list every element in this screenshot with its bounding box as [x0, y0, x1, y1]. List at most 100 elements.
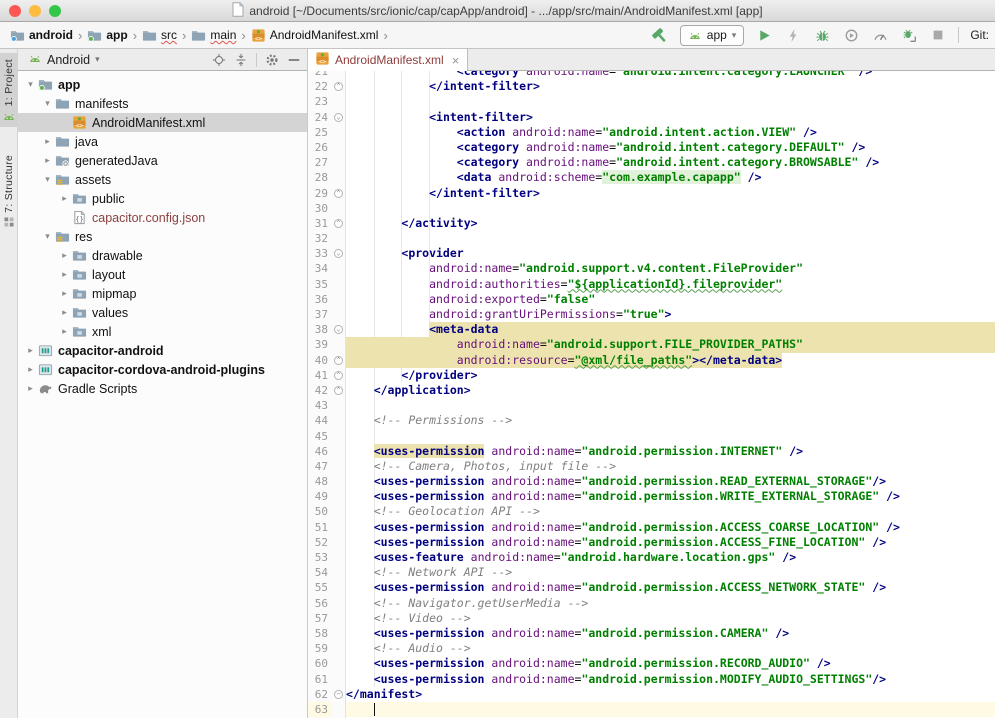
run-play-button[interactable]: [755, 26, 773, 44]
expand-arrow-icon[interactable]: ▸: [24, 364, 37, 375]
tree-item-public[interactable]: ▸public: [18, 189, 307, 208]
close-window-button[interactable]: [9, 5, 21, 17]
tree-item-capacitor-config-json[interactable]: {}capacitor.config.json: [18, 208, 307, 227]
fold-marker-icon[interactable]: ⌄: [334, 113, 343, 122]
expand-arrow-icon[interactable]: ▸: [58, 307, 71, 318]
code-line-30[interactable]: 30: [308, 201, 995, 216]
expand-arrow-icon[interactable]: ▸: [58, 326, 71, 337]
project-view-selector[interactable]: Android: [47, 53, 90, 67]
fold-marker-icon[interactable]: ⌃: [334, 82, 343, 91]
expand-arrow-icon[interactable]: ▸: [24, 345, 37, 356]
zoom-window-button[interactable]: [49, 5, 61, 17]
code-line-44[interactable]: 44 <!-- Permissions -->: [308, 413, 995, 428]
code-line-46[interactable]: 46 <uses-permission android:name="androi…: [308, 444, 995, 459]
expand-arrow-icon[interactable]: ▾: [41, 231, 54, 242]
fold-marker-icon[interactable]: ⌄: [334, 249, 343, 258]
fold-marker-icon[interactable]: ⌃: [334, 189, 343, 198]
apply-changes-lightning-button[interactable]: [784, 26, 802, 44]
code-line-48[interactable]: 48 <uses-permission android:name="androi…: [308, 474, 995, 489]
code-line-28[interactable]: 28 <data android:scheme="com.example.cap…: [308, 170, 995, 185]
code-line-35[interactable]: 35 android:authorities="${applicationId}…: [308, 277, 995, 292]
code-line-25[interactable]: 25 <action android:name="android.intent.…: [308, 125, 995, 140]
close-icon[interactable]: ×: [452, 53, 460, 68]
code-line-55[interactable]: 55 <uses-permission android:name="androi…: [308, 580, 995, 595]
expand-arrow-icon[interactable]: ▸: [58, 193, 71, 204]
code-line-54[interactable]: 54 <!-- Network API -->: [308, 565, 995, 580]
code-line-23[interactable]: 23: [308, 94, 995, 109]
fold-marker-icon[interactable]: ⌄: [334, 325, 343, 334]
expand-arrow-icon[interactable]: ▾: [24, 79, 37, 90]
tree-item-assets[interactable]: ▾assets: [18, 170, 307, 189]
code-line-37[interactable]: 37 android:grantUriPermissions="true">: [308, 307, 995, 322]
code-line-42[interactable]: 42⌃ </application>: [308, 383, 995, 398]
tree-item-res[interactable]: ▾res: [18, 227, 307, 246]
code-line-61[interactable]: 61 <uses-permission android:name="androi…: [308, 672, 995, 687]
settings-gear-button[interactable]: [265, 53, 279, 67]
code-line-50[interactable]: 50 <!-- Geolocation API -->: [308, 504, 995, 519]
code-line-21[interactable]: 21 <category android:name="android.inten…: [308, 71, 995, 79]
code-line-58[interactable]: 58 <uses-permission android:name="androi…: [308, 626, 995, 641]
build-hammer-button[interactable]: [651, 26, 669, 44]
breadcrumb-item-android[interactable]: android: [8, 27, 75, 44]
breadcrumb-item-main[interactable]: main: [189, 27, 238, 44]
breadcrumb-item-app[interactable]: app: [85, 27, 129, 44]
code-line-36[interactable]: 36 android:exported="false": [308, 292, 995, 307]
stop-button[interactable]: [929, 26, 947, 44]
code-line-53[interactable]: 53 <uses-feature android:name="android.h…: [308, 550, 995, 565]
expand-arrow-icon[interactable]: ▸: [58, 250, 71, 261]
code-line-52[interactable]: 52 <uses-permission android:name="androi…: [308, 535, 995, 550]
code-line-26[interactable]: 26 <category android:name="android.inten…: [308, 140, 995, 155]
tree-item-mipmap[interactable]: ▸mipmap: [18, 284, 307, 303]
tool-window-button-structure[interactable]: 7: Structure: [0, 149, 18, 232]
code-editor[interactable]: 21 <category android:name="android.inten…: [308, 71, 995, 718]
code-line-41[interactable]: 41⌃ </provider>: [308, 368, 995, 383]
code-line-34[interactable]: 34 android:name="android.support.v4.cont…: [308, 261, 995, 276]
breadcrumb-item-src[interactable]: src: [140, 27, 179, 44]
code-line-40[interactable]: 40⌃ android:resource="@xml/file_paths"><…: [308, 353, 995, 368]
expand-arrow-icon[interactable]: ▸: [41, 155, 54, 166]
code-line-56[interactable]: 56 <!-- Navigator.getUserMedia -->: [308, 596, 995, 611]
minimize-window-button[interactable]: [29, 5, 41, 17]
tree-item-layout[interactable]: ▸layout: [18, 265, 307, 284]
tree-item-drawable[interactable]: ▸drawable: [18, 246, 307, 265]
code-line-27[interactable]: 27 <category android:name="android.inten…: [308, 155, 995, 170]
code-line-57[interactable]: 57 <!-- Video -->: [308, 611, 995, 626]
profiler-gauge-button[interactable]: [871, 26, 889, 44]
expand-arrow-icon[interactable]: ▾: [41, 174, 54, 185]
expand-arrow-icon[interactable]: ▸: [41, 136, 54, 147]
fold-marker-icon[interactable]: ⌃: [334, 219, 343, 228]
run-with-coverage-button[interactable]: [842, 26, 860, 44]
tree-item-app[interactable]: ▾app: [18, 75, 307, 94]
code-line-59[interactable]: 59 <!-- Audio -->: [308, 641, 995, 656]
tree-item-androidmanifest-xml[interactable]: <>AndroidManifest.xml: [18, 113, 307, 132]
hide-minus-button[interactable]: [287, 53, 301, 67]
tab-androidmanifest[interactable]: <> AndroidManifest.xml ×: [308, 49, 468, 71]
code-line-29[interactable]: 29⌃ </intent-filter>: [308, 186, 995, 201]
collapse-all-button[interactable]: [234, 53, 248, 67]
fold-marker-icon[interactable]: −: [334, 690, 343, 699]
tree-item-manifests[interactable]: ▾manifests: [18, 94, 307, 113]
code-line-49[interactable]: 49 <uses-permission android:name="androi…: [308, 489, 995, 504]
locate-target-button[interactable]: [212, 53, 226, 67]
tree-item-xml[interactable]: ▸xml: [18, 322, 307, 341]
expand-arrow-icon[interactable]: ▾: [41, 98, 54, 109]
breadcrumb-item-androidmanifest-xml[interactable]: <>AndroidManifest.xml: [249, 27, 381, 44]
code-line-22[interactable]: 22⌃ </intent-filter>: [308, 79, 995, 94]
tool-window-button-project[interactable]: 1: Project: [0, 53, 18, 127]
fold-marker-icon[interactable]: ⌃: [334, 356, 343, 365]
git-branch-widget[interactable]: Git:: [970, 28, 989, 42]
code-line-33[interactable]: 33⌄ <provider: [308, 246, 995, 261]
code-line-47[interactable]: 47 <!-- Camera, Photos, input file -->: [308, 459, 995, 474]
tree-item-generatedjava[interactable]: ▸generatedJava: [18, 151, 307, 170]
code-line-32[interactable]: 32: [308, 231, 995, 246]
code-line-51[interactable]: 51 <uses-permission android:name="androi…: [308, 520, 995, 535]
tree-item-values[interactable]: ▸values: [18, 303, 307, 322]
code-line-43[interactable]: 43: [308, 398, 995, 413]
run-configuration-selector[interactable]: app▾: [680, 25, 745, 46]
code-line-38[interactable]: 38⌄ <meta-data: [308, 322, 995, 337]
code-line-60[interactable]: 60 <uses-permission android:name="androi…: [308, 656, 995, 671]
tree-item-capacitor-cordova-android-plugins[interactable]: ▸capacitor-cordova-android-plugins: [18, 360, 307, 379]
code-line-39[interactable]: 39 android:name="android.support.FILE_PR…: [308, 337, 995, 352]
tree-item-gradle-scripts[interactable]: ▸Gradle Scripts: [18, 379, 307, 398]
code-line-45[interactable]: 45: [308, 429, 995, 444]
